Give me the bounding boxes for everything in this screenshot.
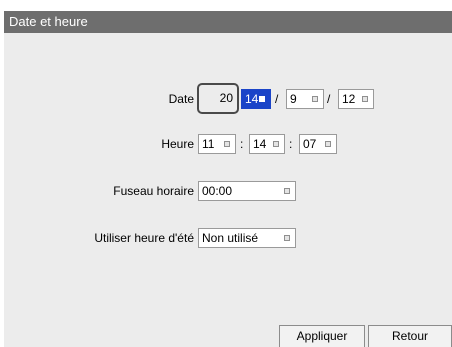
dst-label: Utiliser heure d'été xyxy=(94,231,194,245)
apply-button[interactable]: Appliquer xyxy=(279,325,365,347)
month-spin-icon[interactable] xyxy=(312,96,318,102)
minute-spin-icon[interactable] xyxy=(273,141,279,147)
minute-field[interactable]: 14 xyxy=(249,134,285,154)
window-title: Date et heure xyxy=(4,11,452,33)
day-field[interactable]: 12 xyxy=(338,89,374,109)
year-suffix-value: 14 xyxy=(245,92,259,106)
day-spin-icon[interactable] xyxy=(362,96,368,102)
day-value: 12 xyxy=(342,92,356,106)
month-field[interactable]: 9 xyxy=(286,89,324,109)
timezone-select[interactable]: 00:00 xyxy=(198,181,296,201)
minute-value: 14 xyxy=(253,137,267,151)
time-label: Heure xyxy=(161,137,194,151)
month-value: 9 xyxy=(290,92,297,106)
back-button[interactable]: Retour xyxy=(368,325,452,347)
second-value: 07 xyxy=(303,137,317,151)
timezone-value: 00:00 xyxy=(202,184,233,198)
date-separator-2: / xyxy=(327,92,331,106)
hour-field[interactable]: 11 xyxy=(198,134,236,154)
dst-dropdown-icon[interactable] xyxy=(284,235,290,241)
dst-value: Non utilisé xyxy=(202,231,259,245)
dst-select[interactable]: Non utilisé xyxy=(198,228,296,248)
timezone-dropdown-icon[interactable] xyxy=(284,188,290,194)
date-label: Date xyxy=(168,92,194,106)
time-separator-2: : xyxy=(289,137,293,151)
second-spin-icon[interactable] xyxy=(325,141,331,147)
date-time-dialog: Date et heure Date 20 14 / 9 / 12 Heure … xyxy=(4,11,452,347)
year-prefix-field[interactable]: 20 xyxy=(197,83,239,114)
year-spin-icon[interactable] xyxy=(259,96,265,102)
second-field[interactable]: 07 xyxy=(299,134,337,154)
hour-value: 11 xyxy=(202,137,215,151)
timezone-label: Fuseau horaire xyxy=(113,184,194,198)
date-separator-1: / xyxy=(275,92,279,106)
hour-spin-icon[interactable] xyxy=(224,141,230,147)
time-separator-1: : xyxy=(240,137,244,151)
year-suffix-field[interactable]: 14 xyxy=(241,89,271,109)
